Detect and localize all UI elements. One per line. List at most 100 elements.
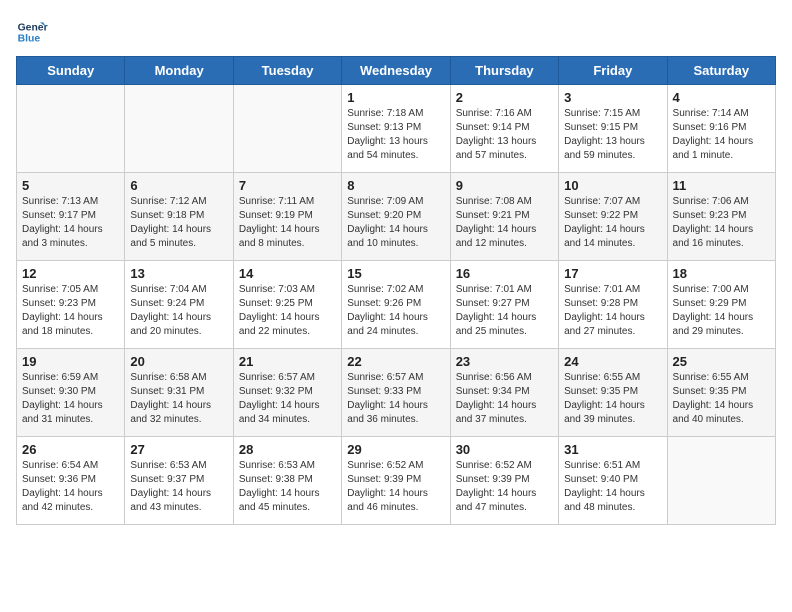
day-number: 11 (673, 178, 770, 193)
day-info: Sunrise: 6:56 AM Sunset: 9:34 PM Dayligh… (456, 371, 553, 427)
day-info: Sunrise: 7:15 AM Sunset: 9:15 PM Dayligh… (564, 107, 661, 163)
day-number: 9 (456, 178, 553, 193)
weekday-header: Sunday (17, 57, 125, 85)
day-info: Sunrise: 7:08 AM Sunset: 9:21 PM Dayligh… (456, 195, 553, 251)
svg-text:Blue: Blue (18, 34, 41, 45)
day-number: 14 (239, 266, 336, 281)
calendar-day-cell: 5 Sunrise: 7:13 AM Sunset: 9:17 PM Daylig… (17, 173, 125, 261)
day-info: Sunrise: 6:57 AM Sunset: 9:32 PM Dayligh… (239, 371, 336, 427)
day-info: Sunrise: 6:58 AM Sunset: 9:31 PM Dayligh… (130, 371, 227, 427)
calendar-day-cell: 2 Sunrise: 7:16 AM Sunset: 9:14 PM Daylig… (450, 85, 558, 173)
day-info: Sunrise: 7:18 AM Sunset: 9:13 PM Dayligh… (347, 107, 444, 163)
day-number: 16 (456, 266, 553, 281)
day-info: Sunrise: 7:16 AM Sunset: 9:14 PM Dayligh… (456, 107, 553, 163)
day-info: Sunrise: 6:51 AM Sunset: 9:40 PM Dayligh… (564, 459, 661, 515)
calendar-table: SundayMondayTuesdayWednesdayThursdayFrid… (16, 56, 776, 525)
calendar-day-cell: 9 Sunrise: 7:08 AM Sunset: 9:21 PM Daylig… (450, 173, 558, 261)
calendar-day-cell: 12 Sunrise: 7:05 AM Sunset: 9:23 PM Dayli… (17, 261, 125, 349)
day-info: Sunrise: 7:04 AM Sunset: 9:24 PM Dayligh… (130, 283, 227, 339)
logo: General Blue (16, 16, 52, 48)
day-number: 22 (347, 354, 444, 369)
day-number: 18 (673, 266, 770, 281)
calendar-day-cell: 4 Sunrise: 7:14 AM Sunset: 9:16 PM Daylig… (667, 85, 775, 173)
day-number: 20 (130, 354, 227, 369)
weekday-header: Thursday (450, 57, 558, 85)
day-info: Sunrise: 6:57 AM Sunset: 9:33 PM Dayligh… (347, 371, 444, 427)
calendar-day-cell: 22 Sunrise: 6:57 AM Sunset: 9:33 PM Dayli… (342, 349, 450, 437)
calendar-day-cell: 10Sunrise: 7:07 AM Sunset: 9:22 PM Dayli… (559, 173, 667, 261)
calendar-day-cell (233, 85, 341, 173)
day-info: Sunrise: 6:55 AM Sunset: 9:35 PM Dayligh… (673, 371, 770, 427)
calendar-day-cell: 28 Sunrise: 6:53 AM Sunset: 9:38 PM Dayli… (233, 437, 341, 525)
day-number: 17 (564, 266, 661, 281)
day-info: Sunrise: 7:13 AM Sunset: 9:17 PM Dayligh… (22, 195, 119, 251)
calendar-day-cell: 18 Sunrise: 7:00 AM Sunset: 9:29 PM Dayli… (667, 261, 775, 349)
calendar-day-cell: 8 Sunrise: 7:09 AM Sunset: 9:20 PM Daylig… (342, 173, 450, 261)
weekday-header: Saturday (667, 57, 775, 85)
calendar-day-cell: 31 Sunrise: 6:51 AM Sunset: 9:40 PM Dayli… (559, 437, 667, 525)
day-info: Sunrise: 7:02 AM Sunset: 9:26 PM Dayligh… (347, 283, 444, 339)
calendar-day-cell (17, 85, 125, 173)
calendar-header: SundayMondayTuesdayWednesdayThursdayFrid… (17, 57, 776, 85)
calendar-day-cell: 15 Sunrise: 7:02 AM Sunset: 9:26 PM Dayli… (342, 261, 450, 349)
day-number: 30 (456, 442, 553, 457)
calendar-day-cell: 25Sunrise: 6:55 AM Sunset: 9:35 PM Dayli… (667, 349, 775, 437)
calendar-day-cell: 17Sunrise: 7:01 AM Sunset: 9:28 PM Dayli… (559, 261, 667, 349)
weekday-header: Friday (559, 57, 667, 85)
calendar-day-cell: 13Sunrise: 7:04 AM Sunset: 9:24 PM Dayli… (125, 261, 233, 349)
day-info: Sunrise: 7:00 AM Sunset: 9:29 PM Dayligh… (673, 283, 770, 339)
calendar-day-cell: 29Sunrise: 6:52 AM Sunset: 9:39 PM Dayli… (342, 437, 450, 525)
calendar-day-cell: 30 Sunrise: 6:52 AM Sunset: 9:39 PM Dayli… (450, 437, 558, 525)
day-info: Sunrise: 6:55 AM Sunset: 9:35 PM Dayligh… (564, 371, 661, 427)
day-info: Sunrise: 7:01 AM Sunset: 9:27 PM Dayligh… (456, 283, 553, 339)
day-info: Sunrise: 6:59 AM Sunset: 9:30 PM Dayligh… (22, 371, 119, 427)
weekday-header: Wednesday (342, 57, 450, 85)
calendar-day-cell: 20 Sunrise: 6:58 AM Sunset: 9:31 PM Dayli… (125, 349, 233, 437)
calendar-week-row: 12 Sunrise: 7:05 AM Sunset: 9:23 PM Dayli… (17, 261, 776, 349)
calendar-day-cell: 19 Sunrise: 6:59 AM Sunset: 9:30 PM Dayli… (17, 349, 125, 437)
day-number: 8 (347, 178, 444, 193)
page-header: General Blue (16, 16, 776, 48)
day-info: Sunrise: 7:11 AM Sunset: 9:19 PM Dayligh… (239, 195, 336, 251)
day-number: 27 (130, 442, 227, 457)
day-number: 29 (347, 442, 444, 457)
calendar-day-cell: 26Sunrise: 6:54 AM Sunset: 9:36 PM Dayli… (17, 437, 125, 525)
calendar-day-cell: 16 Sunrise: 7:01 AM Sunset: 9:27 PM Dayli… (450, 261, 558, 349)
calendar-day-cell: 3Sunrise: 7:15 AM Sunset: 9:15 PM Daylig… (559, 85, 667, 173)
day-info: Sunrise: 6:53 AM Sunset: 9:37 PM Dayligh… (130, 459, 227, 515)
day-number: 26 (22, 442, 119, 457)
day-number: 12 (22, 266, 119, 281)
calendar-week-row: 5 Sunrise: 7:13 AM Sunset: 9:17 PM Daylig… (17, 173, 776, 261)
day-number: 24 (564, 354, 661, 369)
day-info: Sunrise: 7:03 AM Sunset: 9:25 PM Dayligh… (239, 283, 336, 339)
calendar-week-row: 26Sunrise: 6:54 AM Sunset: 9:36 PM Dayli… (17, 437, 776, 525)
day-number: 7 (239, 178, 336, 193)
day-number: 28 (239, 442, 336, 457)
day-number: 5 (22, 178, 119, 193)
logo-icon: General Blue (16, 16, 48, 48)
day-number: 19 (22, 354, 119, 369)
day-info: Sunrise: 7:14 AM Sunset: 9:16 PM Dayligh… (673, 107, 770, 163)
calendar-day-cell: 21 Sunrise: 6:57 AM Sunset: 9:32 PM Dayli… (233, 349, 341, 437)
calendar-day-cell: 6 Sunrise: 7:12 AM Sunset: 9:18 PM Daylig… (125, 173, 233, 261)
calendar-week-row: 19 Sunrise: 6:59 AM Sunset: 9:30 PM Dayli… (17, 349, 776, 437)
day-number: 2 (456, 90, 553, 105)
weekday-header: Tuesday (233, 57, 341, 85)
day-number: 21 (239, 354, 336, 369)
calendar-day-cell: 24 Sunrise: 6:55 AM Sunset: 9:35 PM Dayli… (559, 349, 667, 437)
calendar-day-cell: 11Sunrise: 7:06 AM Sunset: 9:23 PM Dayli… (667, 173, 775, 261)
day-info: Sunrise: 6:52 AM Sunset: 9:39 PM Dayligh… (456, 459, 553, 515)
day-info: Sunrise: 7:09 AM Sunset: 9:20 PM Dayligh… (347, 195, 444, 251)
day-number: 6 (130, 178, 227, 193)
calendar-day-cell (667, 437, 775, 525)
day-number: 4 (673, 90, 770, 105)
day-number: 31 (564, 442, 661, 457)
day-number: 1 (347, 90, 444, 105)
day-number: 15 (347, 266, 444, 281)
day-info: Sunrise: 7:05 AM Sunset: 9:23 PM Dayligh… (22, 283, 119, 339)
day-info: Sunrise: 7:07 AM Sunset: 9:22 PM Dayligh… (564, 195, 661, 251)
calendar-body: 1 Sunrise: 7:18 AM Sunset: 9:13 PM Daylig… (17, 85, 776, 525)
day-info: Sunrise: 6:53 AM Sunset: 9:38 PM Dayligh… (239, 459, 336, 515)
day-info: Sunrise: 7:12 AM Sunset: 9:18 PM Dayligh… (130, 195, 227, 251)
calendar-day-cell: 1 Sunrise: 7:18 AM Sunset: 9:13 PM Daylig… (342, 85, 450, 173)
